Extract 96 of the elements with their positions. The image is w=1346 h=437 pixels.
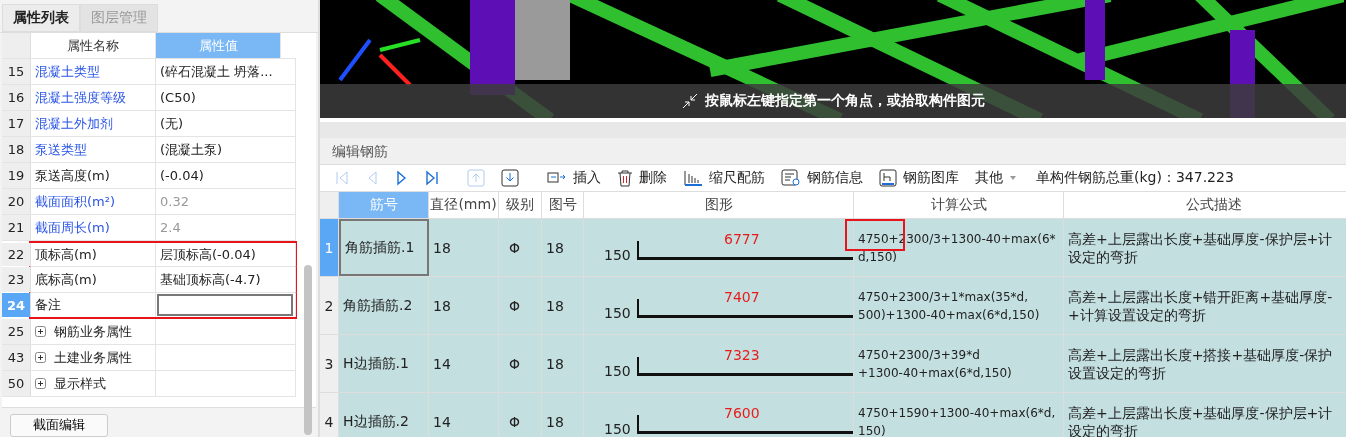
property-name: 底标高(m) [31,267,156,292]
row-number: 16 [2,85,31,110]
hook-length: 150 [604,362,631,379]
row-number: 23 [2,267,31,292]
insert-icon [547,170,567,186]
row-number[interactable]: 2 [320,277,339,334]
expand-icon[interactable] [35,378,46,389]
table-cell: 角筋插筋.2 [339,277,429,334]
rebar-length: 7600 [724,405,760,421]
property-name: 混凝土外加剂 [31,111,156,136]
table-cell: 18 [542,335,584,392]
table-cell: Φ [499,277,542,334]
row-number: 24 [2,293,31,317]
expand-icon[interactable] [35,326,46,337]
table-cell: Φ [499,393,542,437]
bar-chart-icon [683,169,703,187]
row-number: 50 [2,371,31,396]
description-cell-text: 高差+上层露出长度+基础厚度-保护层+计 设定的弯折 [1067,229,1334,267]
shrink-icon [681,93,699,109]
property-value: 层顶标高(-0.04) [156,243,296,266]
3d-model-viewport[interactable]: 按鼠标左键指定第一个角点，或拾取构件图元 [320,0,1346,118]
rebar-length: 6777 [724,231,760,247]
table-cell: 14 [429,335,499,392]
property-name: 顶标高(m) [31,243,156,266]
panel-tab[interactable]: 属性列表 [2,4,80,32]
row-number: 25 [2,319,31,344]
table-cell: Φ [499,219,542,276]
formula-cell: 4750+2300/3+1*max(35*d, 500)+1300-40+max(6*d,150) [854,277,1064,334]
property-name: 混凝土类型 [31,59,156,84]
table-cell: H边插筋.1 [339,335,429,392]
toolbar-button[interactable]: 插入 [540,165,608,191]
row-number[interactable]: 4 [320,393,339,437]
row-number: 17 [2,111,31,136]
rebar-length: 7407 [724,289,760,305]
property-value: (混凝土泵) [156,137,296,162]
property-value: (-0.04) [156,163,296,188]
table-cell: 18 [542,219,584,276]
hook-length: 150 [604,304,631,321]
property-value: 2.4 [156,215,296,240]
hook-length: 150 [604,420,631,437]
group-label: 钢筋业务属性 [54,322,132,341]
table-cell: 14 [429,393,499,437]
table-cell: 18 [542,277,584,334]
property-name: 泵送类型 [31,137,156,162]
property-value: (碎石混凝土 坍落... [156,59,296,84]
list-icon [781,169,801,187]
table-cell: 18 [429,277,499,334]
toolbar-button[interactable]: 其他 [968,165,1024,191]
scrollbar[interactable] [304,265,312,435]
row-number: 19 [2,163,31,188]
row-number: 20 [2,189,31,214]
description-cell-text: 高差+上层露出长度+搭接+基础厚度-保护 设置设定的弯折 [1067,345,1334,383]
group-label: 显示样式 [54,374,106,393]
panel-title: 编辑钢筋 [320,138,1346,165]
toolbar-button[interactable]: 钢筋信息 [774,165,870,191]
total-weight: 单构件钢筋总重(kg)：347.223 [1036,169,1234,187]
hook-length: 150 [604,246,631,263]
property-name: 截面周长(m) [31,215,156,240]
table-cell: Φ [499,335,542,392]
property-value: (C50) [156,85,296,110]
column-header: 属性值 [156,33,281,58]
group-label: 土建业务属性 [54,348,132,367]
value-input-field[interactable] [157,294,293,316]
property-name: 混凝土强度等级 [31,85,156,110]
column-header: 直径(mm) [429,192,499,218]
toolbar-button[interactable]: 钢筋图库 [872,165,966,191]
description-cell-text: 高差+上层露出长度+错开距离+基础厚度- +计算设置设定的弯折 [1067,287,1334,325]
property-value: (无) [156,111,296,136]
row-number: 15 [2,59,31,84]
description-cell-text: 高差+上层露出长度+基础厚度-保护层+计 设定的弯折 [1067,403,1334,437]
property-name: 泵送高度(m) [31,163,156,188]
column-header: 筋号 [339,192,429,218]
section-edit-button[interactable]: 截面编辑 [10,413,108,437]
toolbar-button[interactable]: 缩尺配筋 [676,165,772,191]
row-number[interactable]: 3 [320,335,339,392]
library-icon [879,169,897,187]
table-cell: 角筋插筋.1 [339,219,429,276]
property-name: 备注 [31,293,156,317]
formula-cell: 4750+1590+1300-40+max(6*d, 150) [854,393,1064,437]
caret-icon [1009,175,1017,181]
expand-icon[interactable] [35,352,46,363]
table-cell: 18 [542,393,584,437]
rebar-length: 7323 [724,347,760,363]
trash-icon [617,169,633,187]
formula-cell: 4750+2300/3+39*d +1300-40+max(6*d,150) [854,335,1064,392]
row-number: 22 [2,243,31,266]
row-number: 21 [2,215,31,240]
row-number: 43 [2,345,31,370]
hint-text: 按鼠标左键指定第一个角点，或拾取构件图元 [705,92,985,110]
table-cell: H边插筋.2 [339,393,429,437]
table-cell: 18 [429,219,499,276]
row-number: 18 [2,137,31,162]
property-name: 截面面积(m²) [31,189,156,214]
property-value: 基础顶标高(-4.7) [156,267,296,292]
toolbar-button[interactable]: 删除 [610,165,674,191]
property-value: 0.32 [156,189,296,214]
